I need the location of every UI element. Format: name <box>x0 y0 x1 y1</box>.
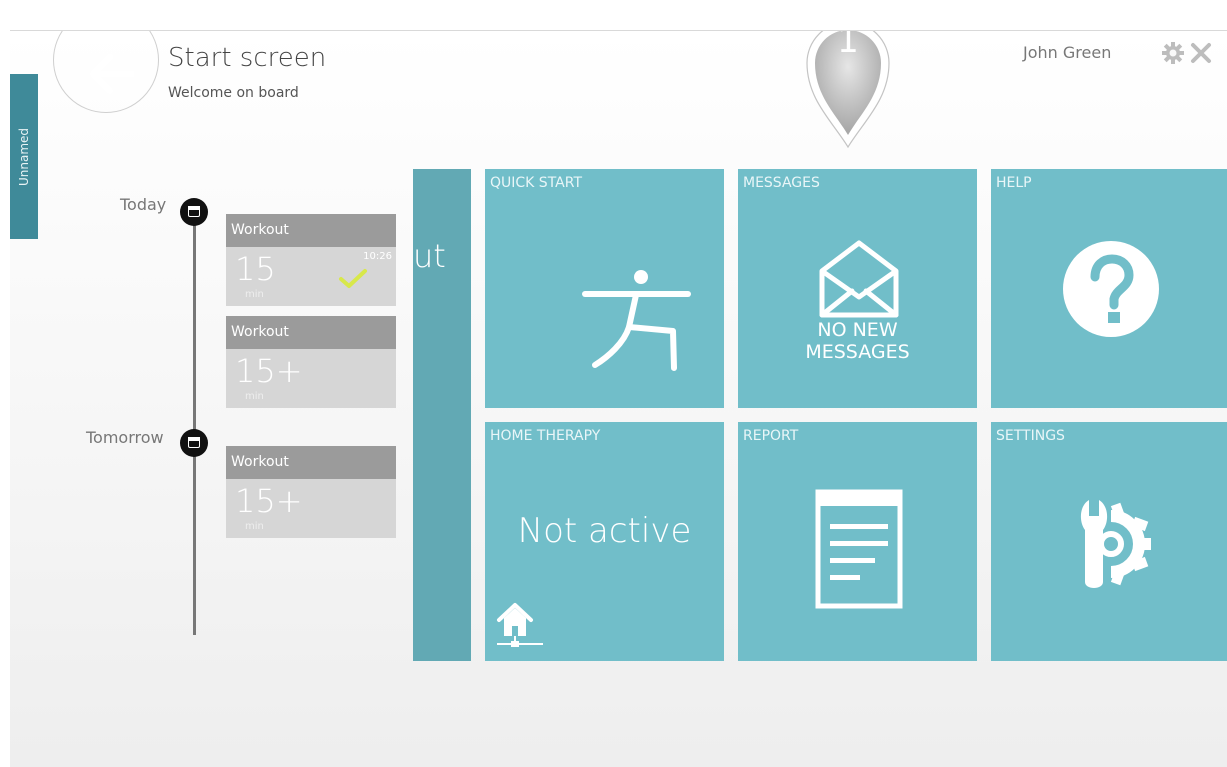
yoga-pose-icon <box>582 270 691 371</box>
tile-settings[interactable]: SETTINGS <box>991 422 1227 661</box>
tile-messages[interactable]: MESSAGES NO NEW MESSAGES <box>738 169 977 408</box>
workout-unit: min <box>245 521 264 532</box>
wrench-gear-icon <box>1080 500 1151 588</box>
arrow-left-icon <box>90 54 134 94</box>
workout-duration: 15+ <box>235 352 303 390</box>
calendar-icon <box>180 429 208 457</box>
workout-card[interactable]: Workout 15+ min <box>226 316 396 408</box>
workout-card-title: Workout <box>226 316 396 349</box>
tile-label: HOME THERAPY <box>490 428 601 444</box>
document-icon <box>815 489 903 609</box>
timeline-line <box>193 213 196 635</box>
tile-report[interactable]: REPORT <box>738 422 977 661</box>
partial-tile-text: ut <box>413 237 446 275</box>
tile-label: QUICK START <box>490 175 582 191</box>
day-label-today: Today <box>120 195 167 214</box>
workout-unit: min <box>245 391 264 402</box>
page-subtitle: Welcome on board <box>168 85 299 101</box>
workout-unit: min <box>245 289 264 300</box>
day-label-tomorrow: Tomorrow <box>86 428 164 447</box>
close-icon[interactable] <box>1189 41 1213 65</box>
tile-label: MESSAGES <box>743 175 820 191</box>
home-network-icon <box>497 603 543 647</box>
question-icon <box>1063 241 1159 337</box>
workout-card[interactable]: Workout 15 min 10:26 <box>226 214 396 306</box>
tile-label: HELP <box>996 175 1032 191</box>
app-window: Unnamed Start screen Welcome on board Jo… <box>10 30 1227 767</box>
side-tab-label: Unnamed <box>17 127 32 186</box>
marker-number: 1 <box>837 30 859 61</box>
workout-time: 10:26 <box>363 251 392 262</box>
home-therapy-status: Not active <box>517 511 692 551</box>
page-title: Start screen <box>168 43 327 73</box>
workout-duration: 15+ <box>235 482 303 520</box>
check-icon <box>339 269 367 288</box>
messages-status-line2: MESSAGES <box>805 341 910 363</box>
side-tab-unnamed[interactable]: Unnamed <box>10 74 38 239</box>
envelope-icon <box>819 240 899 318</box>
calendar-icon <box>180 198 208 226</box>
tile-quick-start[interactable]: QUICK START <box>485 169 724 408</box>
messages-status-line1: NO NEW <box>817 319 898 341</box>
gear-icon[interactable] <box>1161 41 1185 65</box>
tile-label: SETTINGS <box>996 428 1065 444</box>
back-button[interactable] <box>53 31 159 113</box>
workout-card-title: Workout <box>226 446 396 479</box>
user-name[interactable]: John Green <box>1023 43 1111 62</box>
workout-card-title: Workout <box>226 214 396 247</box>
workout-card[interactable]: Workout 15+ min <box>226 446 396 538</box>
tile-help[interactable]: HELP <box>991 169 1227 408</box>
tile-home-therapy[interactable]: HOME THERAPY Not active <box>485 422 724 661</box>
workout-duration: 15 <box>235 250 276 288</box>
tile-label: REPORT <box>743 428 799 444</box>
